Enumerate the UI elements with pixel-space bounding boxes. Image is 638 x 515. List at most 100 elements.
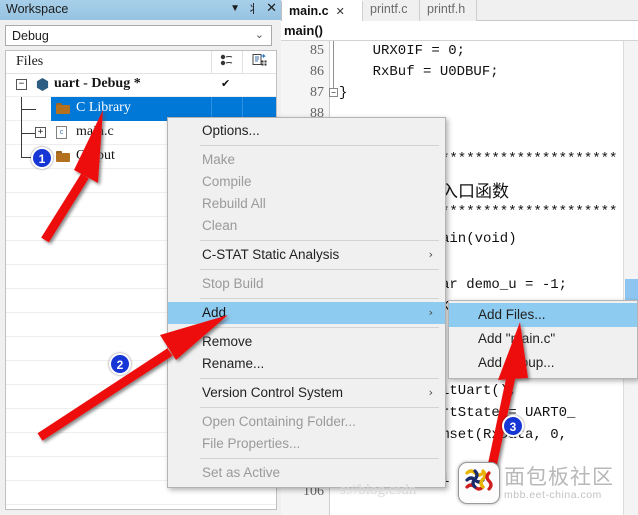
menu-separator	[200, 407, 439, 408]
tree-guide-line	[21, 133, 35, 134]
code-text: }	[339, 85, 348, 101]
site-watermark: 面包板社区 mbb.eet-china.com	[458, 462, 614, 504]
menu-item-label: Compile	[202, 174, 252, 189]
project-icon	[36, 78, 49, 91]
menu-item-file-properties[interactable]: File Properties...	[168, 433, 445, 455]
editor-vertical-scrollbar[interactable]	[623, 41, 638, 515]
current-function: main()	[284, 23, 323, 38]
menu-item-rebuild-all[interactable]: Rebuild All	[168, 193, 445, 215]
code-line: URX0IF = 0;	[339, 43, 465, 59]
menu-item-label: Options...	[202, 123, 260, 138]
menu-item-c-stat-static-analysis[interactable]: C-STAT Static Analysis ›	[168, 244, 445, 266]
workspace-titlebar-buttons: ▼ 丬 ✕	[230, 1, 277, 17]
workspace-title: Workspace	[6, 2, 69, 16]
chevron-down-icon: ⌄	[254, 29, 264, 41]
fold-guide	[333, 41, 334, 91]
tab-label: printf.c	[370, 2, 408, 16]
tab-label: printf.h	[427, 2, 466, 16]
close-icon[interactable]: ✕	[266, 1, 277, 17]
workspace-titlebar: Workspace ▼ 丬 ✕	[0, 0, 281, 20]
watermark-site-name: 面包板社区	[504, 465, 614, 489]
code-line: }	[339, 85, 347, 101]
code-text: ar demo_u = -1;	[441, 277, 568, 293]
menu-item-label: Version Control System	[202, 385, 344, 400]
menu-item-make[interactable]: Make	[168, 149, 445, 171]
pin-icon[interactable]: 丬	[247, 1, 259, 17]
mbb-logo-icon	[458, 462, 500, 504]
code-line: *********************	[441, 204, 617, 220]
code-text: ain(void)	[441, 231, 517, 247]
tree-item-label: uart - Debug *	[54, 76, 141, 91]
code-text: URX0IF = 0;	[339, 43, 466, 59]
menu-item-options[interactable]: Options...	[168, 120, 445, 142]
menu-item-compile[interactable]: Compile	[168, 171, 445, 193]
menu-item-version-control-system[interactable]: Version Control System ›	[168, 382, 445, 404]
menu-item-clean[interactable]: Clean	[168, 215, 445, 237]
menu-separator	[200, 145, 439, 146]
tree-row-project[interactable]: − uart - Debug * ✔	[6, 73, 276, 97]
submenu-item-add-files[interactable]: Add Files...	[449, 303, 637, 327]
submenu-item-add-main-c[interactable]: Add "main.c"	[449, 327, 637, 351]
tree-item-label: C Library	[76, 100, 131, 115]
menu-separator	[200, 378, 439, 379]
menu-item-set-as-active[interactable]: Set as Active	[168, 462, 445, 484]
menu-item-label: Set as Active	[202, 465, 281, 480]
code-text: 入口函数	[441, 182, 509, 202]
menu-item-label: Open Containing Folder...	[202, 414, 356, 429]
line-number: 85	[310, 43, 324, 58]
expander-collapse-icon[interactable]: −	[16, 79, 27, 90]
menu-item-add[interactable]: Add ›	[168, 302, 445, 324]
line-number: 86	[310, 64, 324, 79]
menu-item-open-containing-folder[interactable]: Open Containing Folder...	[168, 411, 445, 433]
tree-item-label: main.c	[76, 124, 114, 139]
code-text: itUart();	[441, 383, 517, 399]
active-check-icon: ✔	[221, 77, 231, 90]
connections-icon	[220, 54, 234, 71]
menu-item-label: Stop Build	[202, 276, 264, 291]
menu-item-label: Rebuild All	[202, 196, 266, 211]
build-options-icon	[252, 54, 267, 71]
menu-item-remove[interactable]: Remove	[168, 331, 445, 353]
code-line: *********************	[441, 151, 617, 167]
step-badge-1: 1	[31, 147, 53, 169]
menu-separator	[200, 240, 439, 241]
csdn-watermark: s://blog.csdn	[340, 482, 417, 498]
step-badge-2: 2	[109, 353, 131, 375]
folder-icon	[56, 151, 70, 162]
code-line: ar demo_u = -1;	[441, 277, 567, 293]
tab-printf-c[interactable]: printf.c	[363, 0, 420, 21]
menu-item-rename[interactable]: Rename...	[168, 353, 445, 375]
menu-item-label: File Properties...	[202, 436, 301, 451]
tab-main-c[interactable]: main.c ✕	[281, 0, 363, 21]
connections-column-header	[211, 51, 242, 73]
code-text: *********************	[441, 204, 618, 220]
ide-window: Workspace ▼ 丬 ✕ Debug ⌄ Files − uart - D…	[0, 0, 638, 515]
menu-item-stop-build[interactable]: Stop Build	[168, 273, 445, 295]
submenu-item-label: Add "main.c"	[478, 331, 556, 346]
tree-item-label: Output	[76, 148, 115, 163]
build-options-column-header	[242, 51, 276, 73]
add-submenu: Add Files... Add "main.c" Add Group...	[448, 300, 638, 379]
menu-separator	[200, 269, 439, 270]
build-options-icon-svg	[252, 54, 266, 66]
menu-separator	[200, 458, 439, 459]
expander-expand-icon[interactable]: +	[35, 127, 46, 138]
configuration-dropdown[interactable]: Debug ⌄	[5, 25, 272, 46]
chevron-right-icon: ›	[428, 386, 433, 399]
file-tree-header: Files	[6, 51, 276, 74]
tab-printf-h[interactable]: printf.h	[420, 0, 477, 21]
chevron-down-icon[interactable]: ▼	[230, 1, 240, 17]
close-icon[interactable]: ✕	[336, 5, 345, 18]
code-line: RxBuf = U0DBUF;	[339, 64, 499, 80]
submenu-item-add-group[interactable]: Add Group...	[449, 351, 637, 375]
menu-item-label: Add	[202, 305, 227, 320]
code-line: 入口函数	[441, 177, 509, 202]
editor-tabstrip: main.c ✕ printf.c printf.h	[281, 0, 638, 21]
chevron-right-icon: ›	[428, 248, 433, 261]
code-text: RxBuf = U0DBUF;	[339, 64, 499, 80]
watermark-url: mbb.eet-china.com	[504, 489, 602, 501]
chevron-right-icon: ›	[428, 306, 433, 319]
menu-item-label: Rename...	[202, 356, 265, 371]
menu-item-label: Clean	[202, 218, 238, 233]
fold-collapse-icon[interactable]: −	[329, 88, 338, 97]
